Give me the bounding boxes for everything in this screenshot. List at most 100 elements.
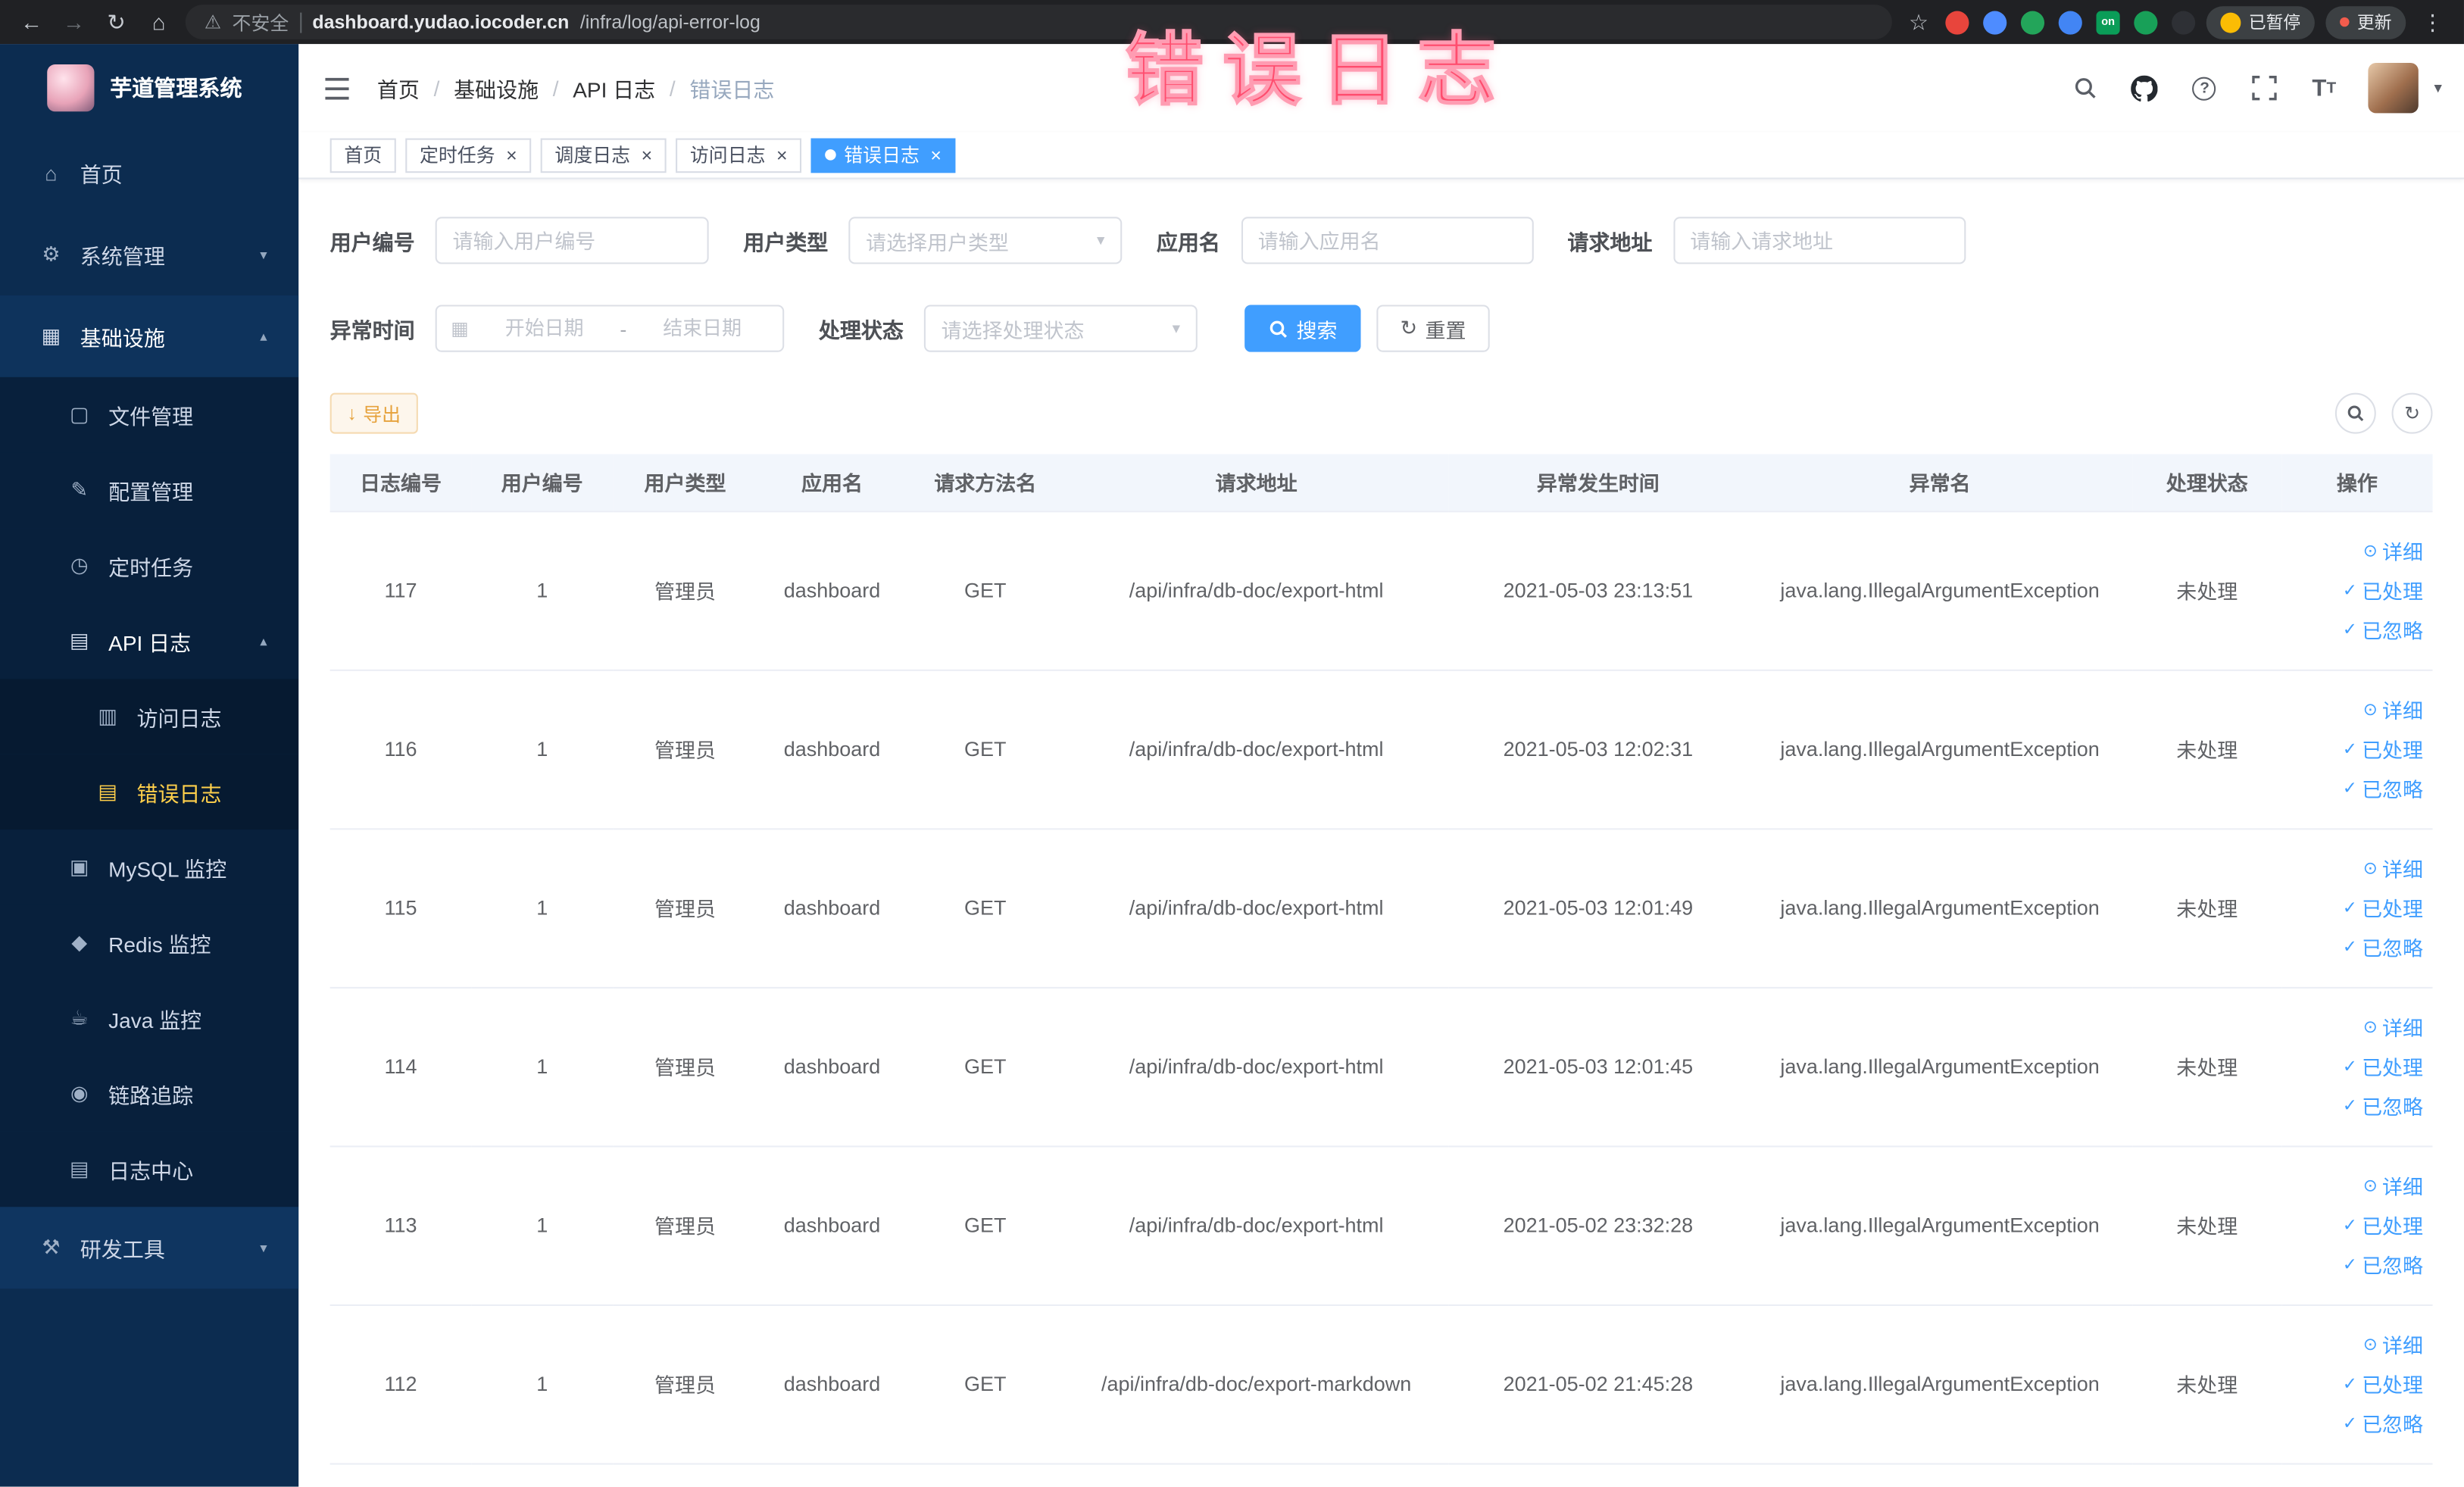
sidebar-item-system-management[interactable]: ⚙ 系统管理 ▾ bbox=[0, 214, 298, 295]
close-tab-icon[interactable]: × bbox=[776, 145, 788, 164]
extension-icon[interactable] bbox=[1945, 10, 1969, 34]
close-tab-icon[interactable]: × bbox=[506, 145, 517, 164]
cell-app_name: dashboard bbox=[757, 1304, 907, 1464]
tab-label: 定时任务 bbox=[419, 144, 495, 167]
action-detail[interactable]: ⊙ 详细 bbox=[2363, 1329, 2423, 1359]
date-range-picker[interactable]: ▦ - bbox=[435, 305, 785, 352]
user-avatar[interactable] bbox=[2368, 62, 2419, 114]
toggle-search-icon[interactable] bbox=[2334, 392, 2376, 434]
breadcrumb-item-0[interactable]: 首页 bbox=[377, 72, 420, 103]
process-status-select[interactable]: 请选择处理状态 ▾ bbox=[923, 305, 1198, 352]
file-icon: ▢ bbox=[69, 402, 89, 426]
extension-icon[interactable] bbox=[2134, 10, 2158, 34]
sidebar-item-log-center[interactable]: ▤ 日志中心 bbox=[0, 1131, 299, 1207]
end-date-input[interactable] bbox=[636, 317, 769, 340]
app-name-input[interactable] bbox=[1240, 217, 1533, 264]
github-icon[interactable] bbox=[2129, 72, 2160, 103]
sidebar-item-java-monitor[interactable]: ☕ Java 监控 bbox=[0, 980, 299, 1057]
action-processed[interactable]: ✓ 已处理 bbox=[2343, 892, 2423, 922]
extension-icon[interactable] bbox=[2172, 10, 2196, 34]
reload-icon[interactable]: ↻ bbox=[101, 6, 132, 37]
extension-icon[interactable]: on bbox=[2096, 10, 2120, 34]
action-label: 已处理 bbox=[2362, 579, 2424, 604]
action-ignored[interactable]: ✓ 已忽略 bbox=[2343, 1408, 2423, 1438]
export-button[interactable]: ↓ 导出 bbox=[329, 392, 418, 434]
forward-icon[interactable]: → bbox=[58, 6, 89, 37]
cell-id: 114 bbox=[329, 986, 472, 1147]
action-detail[interactable]: ⊙ 详细 bbox=[2363, 1012, 2423, 1042]
tab-error-log[interactable]: 错误日志 × bbox=[810, 137, 956, 173]
close-tab-icon[interactable]: × bbox=[930, 145, 942, 164]
refresh-table-icon[interactable]: ↻ bbox=[2391, 392, 2433, 434]
trace-icon: ◉ bbox=[70, 1081, 89, 1105]
sidebar-item-trace[interactable]: ◉ 链路追踪 bbox=[0, 1056, 299, 1132]
extension-icon[interactable] bbox=[1983, 10, 2007, 34]
extension-icon[interactable] bbox=[2020, 10, 2045, 34]
action-ignored[interactable]: ✓ 已忽略 bbox=[2343, 932, 2423, 961]
user-type-select[interactable]: 请选择用户类型 ▾ bbox=[848, 217, 1123, 264]
tab-access-log[interactable]: 访问日志 × bbox=[676, 137, 802, 173]
action-label: 详细 bbox=[2382, 1334, 2424, 1358]
sidebar-item-scheduled-task[interactable]: ◷ 定时任务 bbox=[0, 528, 299, 604]
action-detail[interactable]: ⊙ 详细 bbox=[2363, 536, 2423, 565]
sidebar-item-redis-monitor[interactable]: ◆ Redis 监控 bbox=[0, 904, 299, 981]
tab-scheduled-task[interactable]: 定时任务 × bbox=[405, 137, 532, 173]
action-processed[interactable]: ✓ 已处理 bbox=[2343, 734, 2423, 764]
sidebar-item-dev-tools[interactable]: ⚒ 研发工具 ▾ bbox=[0, 1207, 299, 1289]
home-icon[interactable]: ⌂ bbox=[143, 6, 174, 37]
browser-menu-icon[interactable]: ⋮ bbox=[2417, 6, 2448, 37]
action-ignored[interactable]: ✓ 已忽略 bbox=[2343, 614, 2423, 644]
action-detail[interactable]: ⊙ 详细 bbox=[2363, 695, 2423, 724]
close-tab-icon[interactable]: × bbox=[642, 145, 653, 164]
check-icon: ✓ bbox=[2342, 1255, 2357, 1275]
sidebar-item-mysql-monitor[interactable]: ▣ MySQL 监控 bbox=[0, 829, 299, 905]
calendar-icon: ▦ bbox=[451, 317, 469, 340]
cell-status: 未处理 bbox=[2132, 1304, 2282, 1464]
paused-extension-button[interactable]: 已暂停 bbox=[2206, 5, 2315, 39]
back-icon[interactable]: ← bbox=[16, 6, 47, 37]
reset-button[interactable]: ↻ 重置 bbox=[1376, 305, 1490, 352]
action-detail[interactable]: ⊙ 详细 bbox=[2363, 854, 2423, 883]
tab-home[interactable]: 首页 bbox=[329, 137, 396, 173]
cell-app_name: dashboard bbox=[757, 1145, 907, 1305]
extension-icon[interactable] bbox=[2058, 10, 2082, 34]
sidebar-item-file-management[interactable]: ▢ 文件管理 bbox=[0, 376, 299, 453]
sidebar-item-api-log[interactable]: ▤ API 日志 ▴ bbox=[0, 603, 299, 679]
search-button[interactable]: 搜索 bbox=[1244, 305, 1361, 352]
action-processed[interactable]: ✓ 已处理 bbox=[2343, 575, 2423, 604]
action-processed[interactable]: ✓ 已处理 bbox=[2343, 1051, 2423, 1081]
sidebar-item-access-log[interactable]: ▥ 访问日志 bbox=[0, 679, 299, 754]
search-icon[interactable] bbox=[2069, 72, 2100, 103]
breadcrumb-item-2[interactable]: API 日志 bbox=[573, 72, 655, 103]
action-detail[interactable]: ⊙ 详细 bbox=[2363, 1171, 2423, 1201]
main-area: 首页 / 基础设施 / API 日志 / 错误日志 ? TT ▾ 首页 定时任务 × 调度日志 × 访… bbox=[298, 44, 2464, 1487]
action-ignored[interactable]: ✓ 已忽略 bbox=[2343, 1091, 2423, 1120]
update-button[interactable]: 更新 bbox=[2325, 5, 2406, 39]
sidebar-item-config-management[interactable]: ✎ 配置管理 bbox=[0, 452, 299, 529]
request-url-input[interactable] bbox=[1672, 217, 1966, 264]
user-id-input[interactable] bbox=[435, 217, 709, 264]
cell-app_name: dashboard bbox=[757, 986, 907, 1147]
filter-row-1: 用户编号 用户类型 请选择用户类型 ▾ 应用名 请求地址 bbox=[330, 217, 2433, 264]
font-size-icon[interactable]: TT bbox=[2309, 72, 2340, 103]
address-bar[interactable]: ⚠ 不安全 dashboard.yudao.iocoder.cn/infra/l… bbox=[185, 5, 1892, 39]
action-processed[interactable]: ✓ 已处理 bbox=[2343, 1369, 2423, 1398]
sidebar-item-infrastructure[interactable]: ▦ 基础设施 ▴ bbox=[0, 295, 299, 377]
cell-user_id: 1 bbox=[471, 828, 614, 988]
action-processed[interactable]: ✓ 已处理 bbox=[2343, 1210, 2423, 1239]
tab-job-log[interactable]: 调度日志 × bbox=[540, 137, 667, 173]
sidebar-item-error-log[interactable]: ▤ 错误日志 bbox=[0, 754, 299, 830]
error-log-table: 日志编号 用户编号 用户类型 应用名 请求方法名 请求地址 异常发生时间 异常名 处理状态 操作 … bbox=[329, 454, 2433, 1464]
hamburger-icon[interactable] bbox=[320, 72, 351, 103]
caret-down-icon[interactable]: ▾ bbox=[2434, 80, 2441, 97]
breadcrumb-item-1[interactable]: 基础设施 bbox=[454, 72, 539, 103]
start-date-input[interactable] bbox=[478, 317, 611, 340]
bookmark-star-icon[interactable]: ☆ bbox=[1903, 6, 1934, 37]
help-icon[interactable]: ? bbox=[2189, 72, 2220, 103]
app-logo[interactable]: 芋道管理系统 bbox=[0, 44, 298, 132]
fullscreen-icon[interactable] bbox=[2249, 72, 2280, 103]
action-ignored[interactable]: ✓ 已忽略 bbox=[2343, 1249, 2423, 1279]
sidebar-item-home[interactable]: ⌂ 首页 bbox=[0, 132, 298, 214]
active-tab-dot bbox=[825, 149, 836, 161]
action-ignored[interactable]: ✓ 已忽略 bbox=[2343, 773, 2423, 803]
